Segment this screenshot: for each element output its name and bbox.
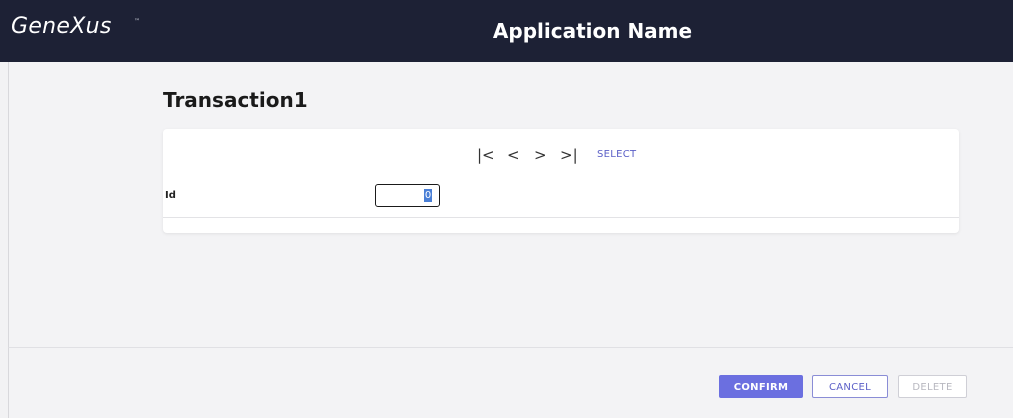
confirm-button[interactable]: CONFIRM (719, 375, 803, 398)
delete-button: DELETE (898, 375, 967, 398)
first-record-icon[interactable]: |< (477, 145, 495, 165)
select-link[interactable]: SELECT (597, 149, 636, 160)
id-input-value: 0 (424, 189, 432, 202)
page-title: Transaction1 (163, 88, 308, 112)
card-divider (163, 217, 959, 218)
app-header: GeneXus ™ Application Name (0, 0, 1013, 62)
transaction-card: |< < > >| SELECT Id 0 (163, 129, 959, 233)
next-record-icon[interactable]: > (534, 145, 547, 165)
previous-record-icon[interactable]: < (507, 145, 520, 165)
cancel-button[interactable]: CANCEL (812, 375, 888, 398)
id-label: Id (165, 190, 176, 201)
last-record-icon[interactable]: >| (560, 145, 578, 165)
application-name: Application Name (492, 19, 693, 43)
